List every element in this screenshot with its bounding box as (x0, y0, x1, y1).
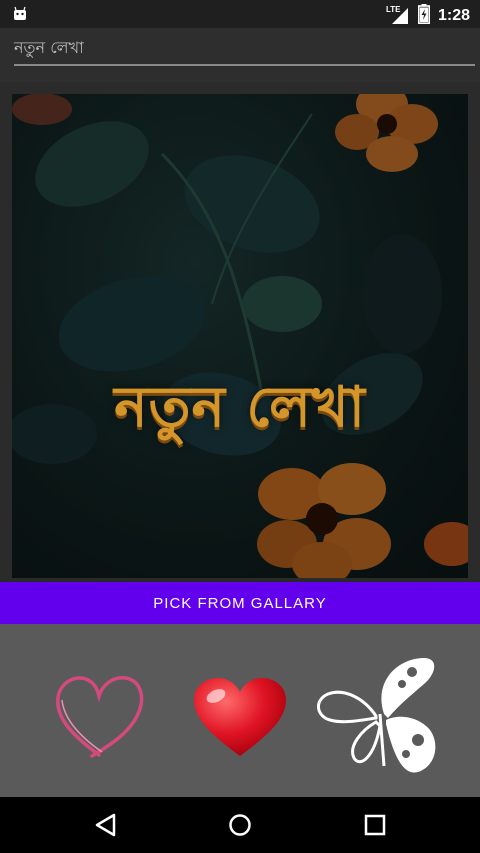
overlay-caption[interactable]: নতুন লেখা (12, 364, 468, 458)
preview-area: নতুন লেখা (0, 82, 480, 578)
android-icon (12, 6, 28, 26)
status-time: 1:28 (437, 7, 470, 24)
navigation-bar (0, 797, 480, 853)
sticker-strip (0, 624, 480, 797)
signal-icon: LTE (386, 5, 410, 25)
background-photo[interactable]: নতুন লেখা (12, 94, 468, 578)
status-bar: LTE 1:28 (0, 0, 480, 28)
outline-heart-icon[interactable] (52, 670, 146, 766)
back-icon[interactable] (92, 811, 120, 839)
red-heart-icon[interactable] (192, 676, 288, 762)
butterfly-icon[interactable] (314, 654, 450, 782)
pick-from-gallery-button[interactable]: PICK FROM GALLARY (0, 582, 480, 624)
recents-icon[interactable] (361, 811, 389, 839)
app-bar: নতুন লেখা (0, 28, 480, 82)
battery-icon (417, 4, 430, 28)
flower-leaves-illustration (12, 94, 468, 578)
text-input[interactable]: নতুন লেখা (14, 38, 475, 66)
home-icon[interactable] (226, 811, 254, 839)
